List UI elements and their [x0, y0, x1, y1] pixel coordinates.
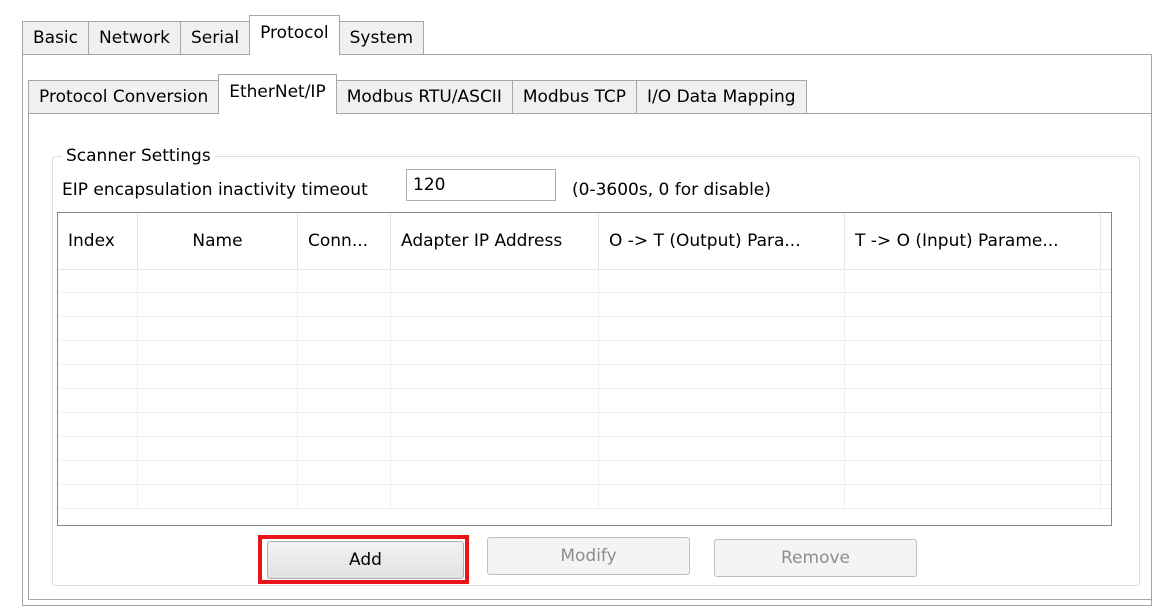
empty-table-cell: [138, 269, 298, 292]
tab-network[interactable]: Network: [88, 21, 181, 55]
empty-table-cell: [845, 293, 1101, 316]
empty-table-cell: [599, 293, 845, 316]
empty-table-cell: [138, 341, 298, 364]
tab-modbus-rtu-ascii[interactable]: Modbus RTU/ASCII: [335, 80, 513, 114]
empty-table-cell: [845, 341, 1101, 364]
add-button[interactable]: Add: [267, 541, 464, 579]
empty-table-cell: [138, 413, 298, 436]
empty-table-cell: [58, 461, 138, 484]
empty-table-cell: [138, 365, 298, 388]
column-header-input-params[interactable]: T -> O (Input) Parame...: [845, 213, 1101, 269]
empty-table-cell: [58, 365, 138, 388]
empty-table-cell: [138, 485, 298, 508]
empty-table-row: [58, 389, 1111, 413]
empty-table-cell: [599, 461, 845, 484]
empty-table-cell: [391, 317, 599, 340]
empty-table-cell: [599, 341, 845, 364]
empty-table-cell: [391, 293, 599, 316]
empty-table-row: [58, 293, 1111, 317]
empty-table-cell: [391, 269, 599, 292]
empty-table-cell: [599, 485, 845, 508]
scanner-settings-title: Scanner Settings: [62, 144, 215, 168]
empty-table-cell: [298, 413, 391, 436]
empty-table-cell: [845, 389, 1101, 412]
empty-table-row: [58, 413, 1111, 437]
empty-table-cell: [58, 413, 138, 436]
empty-table-cell: [298, 341, 391, 364]
empty-table-cell: [391, 461, 599, 484]
empty-table-row: [58, 365, 1111, 389]
empty-table-cell: [391, 485, 599, 508]
empty-table-cell: [599, 317, 845, 340]
column-header-output-params[interactable]: O -> T (Output) Para...: [599, 213, 845, 269]
empty-table-cell: [58, 389, 138, 412]
timeout-label: EIP encapsulation inactivity timeout: [62, 180, 368, 200]
empty-table-cell: [845, 437, 1101, 460]
empty-table-cell: [138, 293, 298, 316]
settings-window: Basic Network Serial Protocol System Pro…: [0, 0, 1175, 615]
empty-table-row: [58, 317, 1111, 341]
empty-table-cell: [845, 317, 1101, 340]
empty-table-row: [58, 341, 1111, 365]
empty-table-cell: [599, 437, 845, 460]
timeout-input[interactable]: [406, 169, 556, 201]
empty-table-row: [58, 437, 1111, 461]
empty-table-cell: [58, 317, 138, 340]
empty-table-row: [58, 269, 1111, 293]
empty-table-cell: [138, 317, 298, 340]
empty-table-cell: [58, 293, 138, 316]
tab-protocol-conversion[interactable]: Protocol Conversion: [28, 80, 220, 114]
remove-button[interactable]: Remove: [714, 539, 917, 577]
empty-table-cell: [391, 389, 599, 412]
empty-table-cell: [391, 365, 599, 388]
empty-table-cell: [298, 461, 391, 484]
empty-table-cell: [391, 341, 599, 364]
empty-table-cell: [599, 413, 845, 436]
empty-table-cell: [391, 413, 599, 436]
protocol-tabstrip: Protocol Conversion EtherNet/IP Modbus R…: [28, 74, 807, 114]
empty-table-cell: [599, 389, 845, 412]
tab-io-data-mapping[interactable]: I/O Data Mapping: [636, 80, 807, 114]
tab-basic[interactable]: Basic: [22, 21, 90, 55]
column-header-name[interactable]: Name: [138, 213, 298, 269]
empty-table-cell: [138, 389, 298, 412]
empty-table-cell: [298, 293, 391, 316]
empty-table-cell: [58, 485, 138, 508]
empty-table-cell: [298, 317, 391, 340]
empty-table-cell: [298, 389, 391, 412]
tab-ethernet-ip[interactable]: EtherNet/IP: [218, 74, 337, 114]
empty-table-cell: [845, 485, 1101, 508]
empty-table-cell: [599, 269, 845, 292]
empty-table-cell: [391, 437, 599, 460]
empty-table-cell: [58, 437, 138, 460]
empty-table-cell: [298, 437, 391, 460]
modify-button[interactable]: Modify: [487, 537, 690, 575]
timeout-hint: (0-3600s, 0 for disable): [572, 180, 771, 200]
table-header: Index Name Conn... Adapter IP Address O …: [58, 213, 1111, 270]
empty-table-cell: [845, 413, 1101, 436]
empty-table-cell: [58, 341, 138, 364]
adapter-table[interactable]: Index Name Conn... Adapter IP Address O …: [57, 212, 1112, 526]
tab-serial[interactable]: Serial: [180, 21, 251, 55]
empty-table-row: [58, 461, 1111, 485]
empty-table-cell: [138, 437, 298, 460]
empty-table-cell: [138, 461, 298, 484]
column-header-adapter-ip[interactable]: Adapter IP Address: [391, 213, 599, 269]
empty-table-cell: [845, 461, 1101, 484]
empty-table-cell: [298, 485, 391, 508]
table-body: [58, 269, 1111, 509]
empty-table-cell: [845, 269, 1101, 292]
column-header-index[interactable]: Index: [58, 213, 138, 269]
empty-table-cell: [845, 365, 1101, 388]
main-tabstrip: Basic Network Serial Protocol System: [22, 15, 425, 55]
empty-table-cell: [58, 269, 138, 292]
empty-table-cell: [599, 365, 845, 388]
empty-table-cell: [298, 365, 391, 388]
empty-table-row: [58, 485, 1111, 509]
tab-system[interactable]: System: [338, 21, 425, 55]
column-header-conn[interactable]: Conn...: [298, 213, 391, 269]
tab-protocol[interactable]: Protocol: [249, 15, 340, 55]
empty-table-cell: [298, 269, 391, 292]
tab-modbus-tcp[interactable]: Modbus TCP: [511, 80, 638, 114]
